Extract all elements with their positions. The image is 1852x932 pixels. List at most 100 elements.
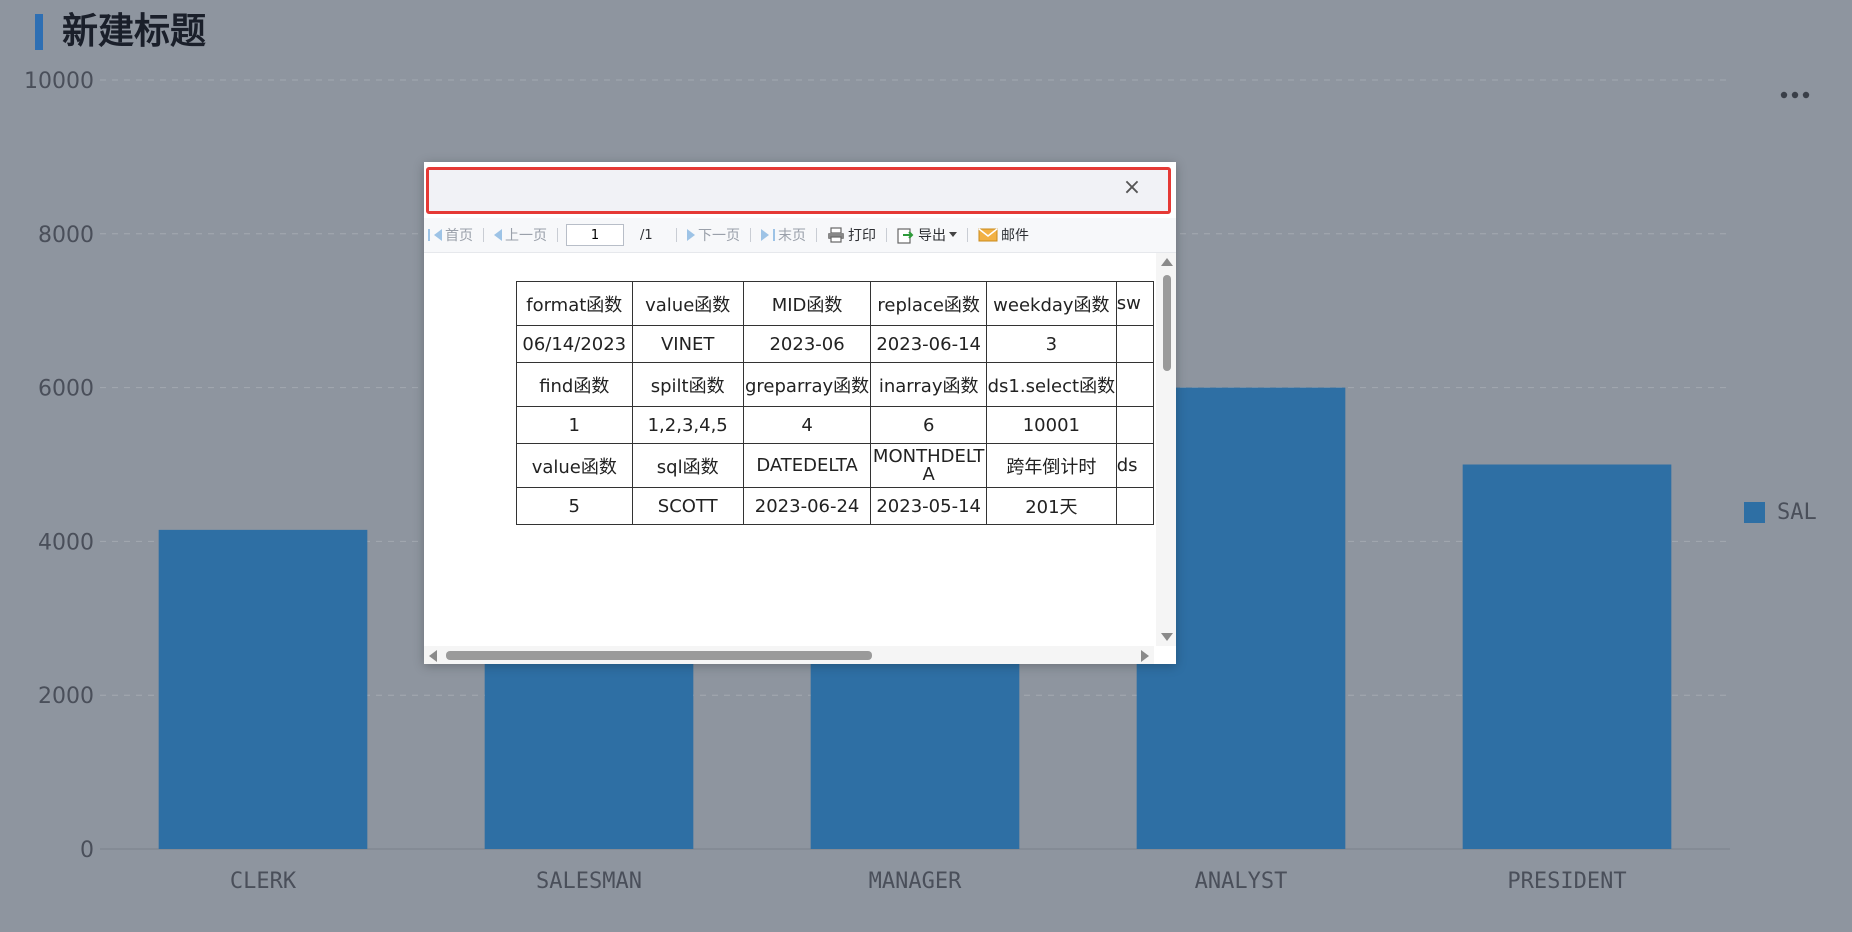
toolbar-divider <box>483 228 484 242</box>
table-cell: inarray函数 <box>870 362 988 407</box>
scroll-up-icon[interactable] <box>1161 258 1173 266</box>
table-row: 1 1,2,3,4,5 4 6 10001 <box>516 406 1154 444</box>
y-tick-label: 10000 <box>24 69 94 94</box>
table-row: find函数 spilt函数 greparray函数 inarray函数 ds1… <box>516 362 1154 407</box>
y-axis-ticks: 0 2000 4000 6000 8000 10000 <box>24 69 94 863</box>
last-page-icon <box>761 229 769 241</box>
bar-president[interactable] <box>1462 464 1672 850</box>
legend-label: SAL <box>1777 500 1817 525</box>
table-cell: spilt函数 <box>631 362 744 407</box>
toolbar-divider <box>816 228 817 242</box>
table-cell: 跨年倒计时 <box>986 443 1117 488</box>
table-cell: greparray函数 <box>742 362 872 407</box>
chevron-down-icon <box>949 232 957 237</box>
horizontal-scrollbar[interactable] <box>424 646 1154 664</box>
table-cell: 06/14/2023 <box>516 325 633 363</box>
last-page-bar-icon <box>773 229 775 241</box>
table-cell: value函数 <box>516 443 633 488</box>
table-cell <box>1115 325 1154 363</box>
page-total: /1 <box>640 227 653 243</box>
table-cell <box>1115 487 1154 525</box>
export-icon <box>897 228 914 244</box>
chart-legend[interactable]: SAL <box>1744 500 1817 525</box>
table-cell: 6 <box>870 406 988 444</box>
report-preview-dialog: × 首页 上一页 /1 下一页 <box>424 162 1176 664</box>
table-cell: find函数 <box>516 362 633 407</box>
table-cell: 1,2,3,4,5 <box>631 406 744 444</box>
table-row: 5 SCOTT 2023-06-24 2023-05-14 201天 <box>516 487 1154 525</box>
toolbar-divider <box>967 228 968 242</box>
table-row: 06/14/2023 VINET 2023-06 2023-06-14 3 <box>516 325 1154 363</box>
table-cell: 4 <box>742 406 872 444</box>
more-options-icon[interactable] <box>1778 88 1812 102</box>
table-cell: sw <box>1115 281 1154 326</box>
table-cell: VINET <box>631 325 744 363</box>
printer-icon <box>828 227 844 243</box>
toolbar-divider <box>557 228 558 242</box>
title-accent-bar <box>35 14 43 50</box>
table-cell: 2023-06-14 <box>870 325 988 363</box>
table-cell <box>1115 406 1154 444</box>
export-label: 导出 <box>918 228 946 244</box>
prev-page-button[interactable]: 上一页 <box>490 225 551 245</box>
report-table: format函数 value函数 MID函数 replace函数 weekday… <box>516 281 1154 525</box>
toolbar-divider <box>750 228 751 242</box>
table-cell: ds <box>1115 443 1154 488</box>
export-dropdown[interactable]: 导出 <box>893 225 961 245</box>
table-cell: 2023-05-14 <box>870 487 988 525</box>
toolbar-divider <box>886 228 887 242</box>
scroll-left-icon[interactable] <box>429 650 437 662</box>
table-cell: sql函数 <box>631 443 744 488</box>
last-page-label: 末页 <box>778 228 806 244</box>
mail-button[interactable]: 邮件 <box>974 225 1033 245</box>
bar-clerk[interactable] <box>158 529 368 849</box>
first-page-button[interactable]: 首页 <box>424 225 477 245</box>
vertical-scrollbar[interactable] <box>1156 253 1176 646</box>
table-cell: weekday函数 <box>986 281 1117 326</box>
prev-page-label: 上一页 <box>505 228 547 244</box>
first-page-label: 首页 <box>445 228 473 244</box>
table-row: value函数 sql函数 DATEDELTA MONTHDELTA 跨年倒计时… <box>516 443 1154 488</box>
table-cell: format函数 <box>516 281 633 326</box>
dashboard-title: 新建标题 <box>62 11 207 52</box>
table-cell: DATEDELTA <box>742 443 872 488</box>
vertical-scroll-thumb[interactable] <box>1163 275 1171 371</box>
x-tick-label: PRESIDENT <box>1507 869 1626 894</box>
y-tick-label: 0 <box>80 838 94 863</box>
report-content: format函数 value函数 MID函数 replace函数 weekday… <box>424 253 1154 646</box>
print-button[interactable]: 打印 <box>823 225 880 245</box>
table-cell: value函数 <box>631 281 744 326</box>
table-cell: MONTHDELTA <box>870 443 988 488</box>
last-page-button[interactable]: 末页 <box>757 225 810 245</box>
toolbar-divider <box>676 228 677 242</box>
y-tick-label: 6000 <box>38 377 94 402</box>
scroll-down-icon[interactable] <box>1161 633 1173 641</box>
mail-icon <box>978 228 998 242</box>
y-tick-label: 2000 <box>38 684 94 709</box>
dashboard-page: 0 2000 4000 6000 8000 10000 CLERK SALESMAN MANA… <box>0 0 1852 932</box>
table-cell: 1 <box>516 406 633 444</box>
next-page-icon <box>687 229 695 241</box>
table-cell: ds1.select函数 <box>986 362 1117 407</box>
table-cell: 5 <box>516 487 633 525</box>
table-cell: MID函数 <box>742 281 872 326</box>
page-number-input[interactable] <box>566 224 624 246</box>
dialog-header[interactable]: × <box>426 167 1171 214</box>
next-page-label: 下一页 <box>698 228 740 244</box>
table-cell <box>1115 362 1154 407</box>
report-toolbar: 首页 上一页 /1 下一页 末页 <box>424 218 1176 253</box>
y-tick-label: 8000 <box>38 223 94 248</box>
close-icon[interactable]: × <box>1122 177 1142 199</box>
table-cell: 3 <box>986 325 1117 363</box>
table-cell: 2023-06-24 <box>742 487 872 525</box>
first-page-bar-icon <box>428 229 430 241</box>
horizontal-scroll-thumb[interactable] <box>446 651 872 660</box>
scroll-right-icon[interactable] <box>1141 650 1149 662</box>
first-page-icon <box>434 229 442 241</box>
mail-label: 邮件 <box>1001 228 1029 244</box>
next-page-button[interactable]: 下一页 <box>683 225 744 245</box>
table-cell: 2023-06 <box>742 325 872 363</box>
x-tick-label: MANAGER <box>869 869 962 894</box>
table-cell: 201天 <box>986 487 1117 525</box>
x-tick-label: ANALYST <box>1195 869 1288 894</box>
